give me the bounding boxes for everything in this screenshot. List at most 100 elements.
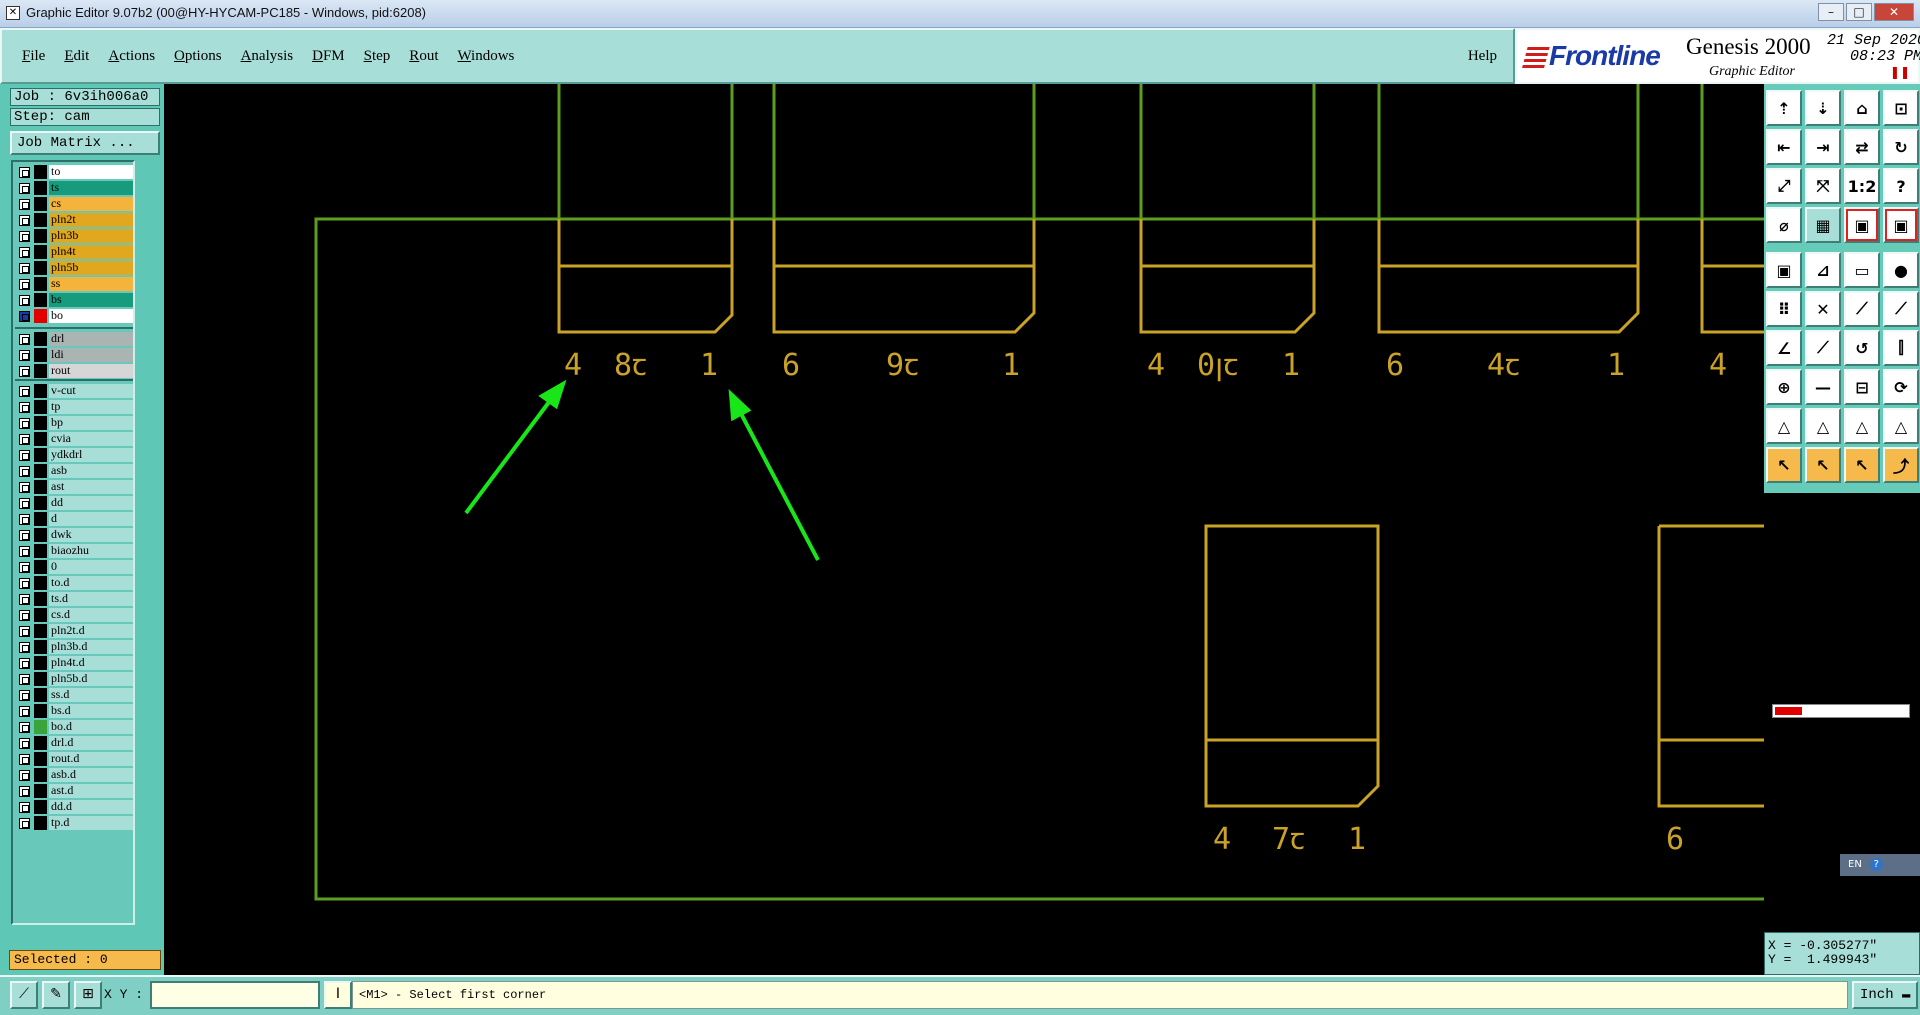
- layer-color-swatch[interactable]: [34, 364, 47, 378]
- layer-name[interactable]: pln5b.d: [49, 672, 133, 686]
- menu-help[interactable]: Help: [1468, 48, 1497, 65]
- split-icon[interactable]: ⫿: [1883, 330, 1919, 366]
- layer-row-cs[interactable]: cs: [15, 196, 133, 212]
- left-icon[interactable]: ⇤: [1766, 129, 1802, 165]
- layer-name[interactable]: dwk: [49, 528, 133, 542]
- layer-row-rout[interactable]: rout: [15, 363, 133, 379]
- layer-visibility-checkbox[interactable]: [19, 247, 30, 258]
- layer-visibility-checkbox[interactable]: [19, 434, 30, 445]
- snap2-icon[interactable]: ▣: [1883, 207, 1919, 243]
- layer-color-swatch[interactable]: [34, 688, 47, 702]
- zoom-fit-icon[interactable]: ⤢: [1766, 168, 1802, 204]
- layer-color-swatch[interactable]: [34, 816, 47, 830]
- units-selector[interactable]: Inch ▬: [1852, 981, 1918, 1009]
- layer-visibility-checkbox[interactable]: [19, 674, 30, 685]
- layer-name[interactable]: pln3b.d: [49, 640, 133, 654]
- layer-name[interactable]: pln2t.d: [49, 624, 133, 638]
- layer-color-swatch[interactable]: [34, 332, 47, 346]
- layer-name[interactable]: dd: [49, 496, 133, 510]
- layer-color-swatch[interactable]: [34, 512, 47, 526]
- connect-icon[interactable]: ⟋: [1844, 291, 1880, 327]
- layer-name[interactable]: bo.d: [49, 720, 133, 734]
- maximize-button[interactable]: □: [1846, 3, 1872, 21]
- layer-row-drl-d[interactable]: drl.d: [15, 735, 133, 751]
- mirror-icon[interactable]: ⊟: [1844, 369, 1880, 405]
- layer-color-swatch[interactable]: [34, 640, 47, 654]
- layer-color-swatch[interactable]: [34, 528, 47, 542]
- layer-name[interactable]: drl.d: [49, 736, 133, 750]
- layer-visibility-checkbox[interactable]: [19, 279, 30, 290]
- layer-visibility-checkbox[interactable]: [19, 311, 30, 322]
- close-button[interactable]: ✕: [1874, 3, 1914, 21]
- layer-name[interactable]: drl: [49, 332, 133, 346]
- layer-name[interactable]: ts.d: [49, 592, 133, 606]
- menu-analysis[interactable]: Analysis: [241, 48, 294, 65]
- layer-visibility-checkbox[interactable]: [19, 183, 30, 194]
- layer-color-swatch[interactable]: [34, 752, 47, 766]
- edit-shape-icon[interactable]: ⟋: [10, 981, 38, 1009]
- layer-color-swatch[interactable]: [34, 496, 47, 510]
- layer-row-biaozhu[interactable]: biaozhu: [15, 543, 133, 559]
- layer-name[interactable]: biaozhu: [49, 544, 133, 558]
- layer-row-to-d[interactable]: to.d: [15, 575, 133, 591]
- layer-row-pln2t[interactable]: pln2t: [15, 212, 133, 228]
- help-circle-icon[interactable]: ?: [1869, 858, 1883, 871]
- layer-name[interactable]: ldi: [49, 348, 133, 362]
- layer-row-ast[interactable]: ast: [15, 479, 133, 495]
- cut-icon[interactable]: —: [1805, 369, 1841, 405]
- fit-icon[interactable]: ⊡: [1883, 90, 1919, 126]
- layer-name[interactable]: dd.d: [49, 800, 133, 814]
- menu-rout[interactable]: Rout: [409, 48, 438, 65]
- layer-visibility-checkbox[interactable]: [19, 167, 30, 178]
- zoom-all-icon[interactable]: ⤧: [1805, 168, 1841, 204]
- layer-visibility-checkbox[interactable]: [19, 786, 30, 797]
- layer-row-bo[interactable]: bo: [15, 308, 133, 324]
- angle-icon[interactable]: ∠: [1766, 330, 1802, 366]
- layer-visibility-checkbox[interactable]: [19, 199, 30, 210]
- layer-row-asb[interactable]: asb: [15, 463, 133, 479]
- layer-visibility-checkbox[interactable]: [19, 738, 30, 749]
- layer-visibility-checkbox[interactable]: [19, 418, 30, 429]
- menu-options[interactable]: Options: [174, 48, 222, 65]
- layer-row-asb-d[interactable]: asb.d: [15, 767, 133, 783]
- snap-icon[interactable]: ▣: [1844, 207, 1880, 243]
- layer-name[interactable]: ss.d: [49, 688, 133, 702]
- tri2-icon[interactable]: △: [1805, 408, 1841, 444]
- layer-color-swatch[interactable]: [34, 293, 47, 307]
- layer-visibility-checkbox[interactable]: [19, 626, 30, 637]
- layer-name[interactable]: rout: [49, 364, 133, 378]
- layer-visibility-checkbox[interactable]: [19, 610, 30, 621]
- layer-row-pln4t[interactable]: pln4t: [15, 244, 133, 260]
- layer-row-bo-d[interactable]: bo.d: [15, 719, 133, 735]
- layer-name[interactable]: d: [49, 512, 133, 526]
- layer-name[interactable]: 0: [49, 560, 133, 574]
- layer-name[interactable]: bp: [49, 416, 133, 430]
- layer-row-ss-d[interactable]: ss.d: [15, 687, 133, 703]
- layer-row-v-cut[interactable]: v-cut: [15, 383, 133, 399]
- layer-color-swatch[interactable]: [34, 245, 47, 259]
- layer-visibility-checkbox[interactable]: [19, 690, 30, 701]
- path-icon[interactable]: ⤴: [1883, 447, 1919, 483]
- layer-row-cs-d[interactable]: cs.d: [15, 607, 133, 623]
- menu-windows[interactable]: Windows: [457, 48, 514, 65]
- layer-color-swatch[interactable]: [34, 720, 47, 734]
- layer-color-swatch[interactable]: [34, 448, 47, 462]
- layer-visibility-checkbox[interactable]: [19, 231, 30, 242]
- menu-file[interactable]: File: [22, 48, 45, 65]
- xy-input[interactable]: [150, 981, 320, 1009]
- layer-visibility-checkbox[interactable]: [19, 263, 30, 274]
- tri1-icon[interactable]: △: [1766, 408, 1802, 444]
- layer-color-swatch[interactable]: [34, 181, 47, 195]
- layer-visibility-checkbox[interactable]: [19, 802, 30, 813]
- layer-color-swatch[interactable]: [34, 800, 47, 814]
- layer-visibility-checkbox[interactable]: [19, 386, 30, 397]
- layer-name[interactable]: ss: [49, 277, 133, 291]
- menu-edit[interactable]: Edit: [64, 48, 89, 65]
- menu-dfm[interactable]: DFM: [312, 48, 345, 65]
- pad-icon[interactable]: ▣: [1766, 252, 1802, 288]
- layer-row-pln5b[interactable]: pln5b: [15, 260, 133, 276]
- pointer3-icon[interactable]: ↖: [1844, 447, 1880, 483]
- layer-row-pln5b-d[interactable]: pln5b.d: [15, 671, 133, 687]
- layer-name[interactable]: to.d: [49, 576, 133, 590]
- layer-row-bs-d[interactable]: bs.d: [15, 703, 133, 719]
